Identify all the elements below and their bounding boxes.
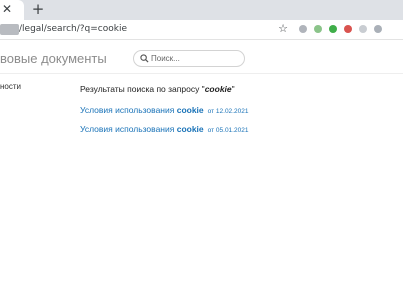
extension-icon[interactable]: [299, 25, 307, 33]
browser-toolbar: /legal/search/?q=cookie ☆: [0, 20, 403, 40]
result-link[interactable]: Условия использования cookie: [80, 105, 204, 115]
address-bar[interactable]: /legal/search/?q=cookie ☆: [0, 21, 296, 38]
page-title: вовые документы: [0, 51, 107, 66]
result-title: Условия использования: [80, 105, 177, 115]
plus-icon[interactable]: +: [30, 1, 46, 17]
url-host-redacted: [0, 24, 19, 35]
active-tab[interactable]: ✕: [0, 0, 24, 20]
result-highlight: cookie: [176, 124, 204, 134]
result-item: Условия использования cookie от 05.01.202…: [80, 119, 248, 137]
result-link[interactable]: Условия использования cookie: [80, 124, 204, 134]
extension-icon[interactable]: [359, 25, 367, 33]
result-highlight: cookie: [176, 105, 204, 115]
site-header: вовые документы: [0, 41, 403, 74]
result-title: Условия использования: [80, 124, 177, 134]
star-icon[interactable]: ☆: [277, 23, 289, 35]
search-box[interactable]: [133, 50, 245, 67]
browser-window: ✕ + /legal/search/?q=cookie ☆ вовые доку…: [0, 0, 403, 294]
result-item: Условия использования cookie от 12.02.202…: [80, 100, 248, 118]
results-heading: Результаты поиска по запросу "cookie": [80, 84, 235, 95]
search-icon: [140, 54, 149, 63]
results-query: cookie: [204, 84, 232, 94]
url-text[interactable]: /legal/search/?q=cookie: [19, 23, 127, 36]
extension-icon[interactable]: [329, 25, 337, 33]
extension-icon[interactable]: [314, 25, 322, 33]
sidebar-item[interactable]: ности: [0, 82, 21, 92]
tab-strip: ✕ +: [0, 0, 403, 20]
close-icon[interactable]: ✕: [0, 2, 14, 16]
results-heading-prefix: Результаты поиска по запросу ": [80, 84, 205, 94]
extension-icon[interactable]: [374, 25, 382, 33]
extension-icon[interactable]: [344, 25, 352, 33]
search-input[interactable]: [151, 52, 239, 65]
results-heading-suffix: ": [231, 84, 235, 94]
result-date: от 05.01.2021: [207, 127, 249, 134]
result-date: от 12.02.2021: [207, 108, 249, 115]
